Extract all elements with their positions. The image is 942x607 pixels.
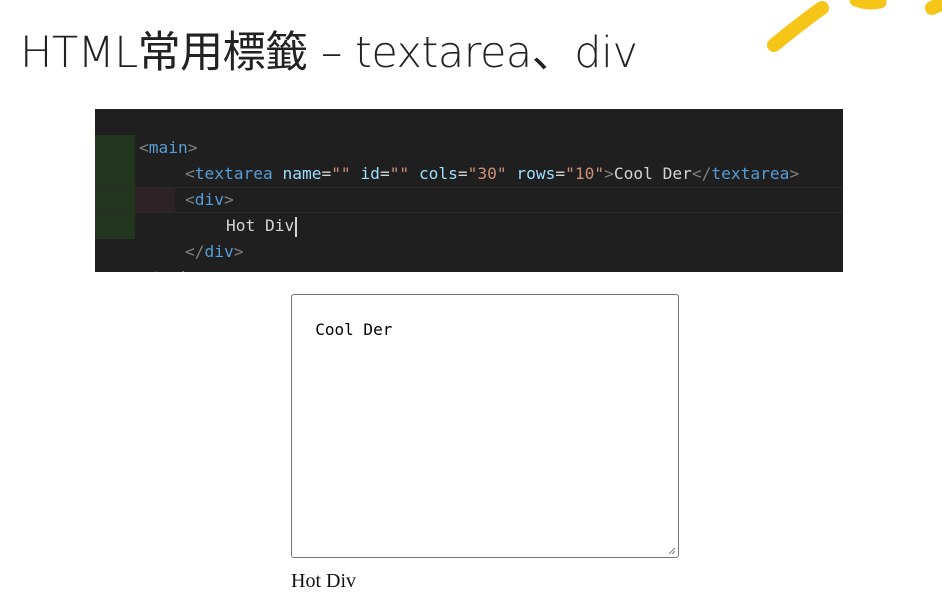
code-line-3: <div>: [184, 190, 234, 209]
slide-title: HTML常用標籤 – textarea、div: [20, 28, 638, 78]
preview-textarea[interactable]: Cool Der: [291, 294, 679, 558]
code-editor-screenshot: <main> <textarea name="" id="" cols="30"…: [95, 109, 843, 272]
textarea-value: Cool Der: [315, 320, 393, 339]
text-caret: [295, 216, 298, 237]
code-line-6: </main>: [100, 239, 207, 272]
code-line-4: Hot Div: [187, 187, 298, 237]
indent-guide: [95, 213, 135, 239]
preview-div-text: Hot Div: [291, 570, 356, 592]
resize-grip-icon[interactable]: [667, 546, 676, 555]
code-line-1: <main>: [138, 138, 198, 157]
code-line-5: </div>: [184, 242, 244, 261]
code-line-2: <textarea name="" id="" cols="30" rows="…: [184, 164, 800, 183]
